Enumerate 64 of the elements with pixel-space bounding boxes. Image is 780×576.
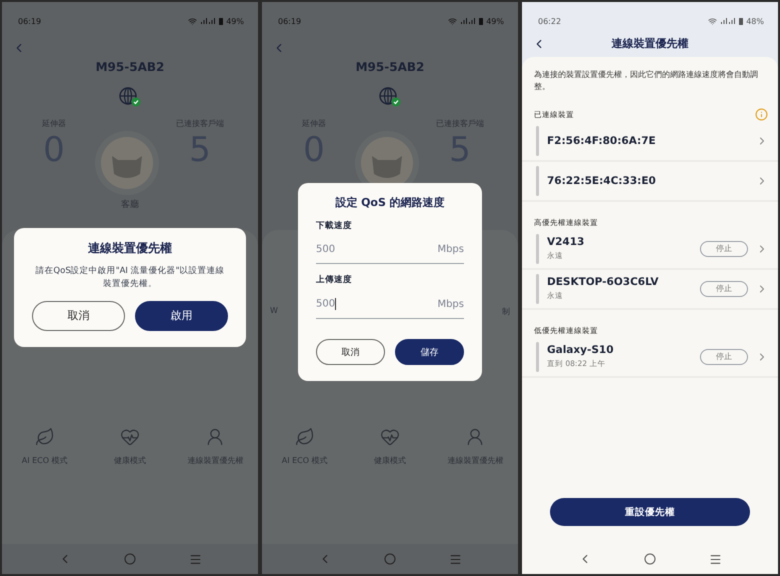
save-button[interactable]: 儲存 [395,339,464,365]
feature-label[interactable]: AI ECO 模式 [22,455,68,466]
speed-input-field[interactable]: 500 Mbps [316,286,464,319]
router-name: M95-5AB2 [354,60,426,74]
info-icon[interactable] [755,108,768,122]
cancel-button[interactable]: 取消 [32,300,125,330]
field-label: 上傳速度 [316,274,353,286]
stop-button[interactable]: 停止 [700,348,748,365]
wifi-icon [188,16,198,26]
page-title: 連線裝置優先權 [610,36,690,51]
status-time: 06:19 [18,16,42,26]
description-text: 為連接的裝置設置優先權，因此它們的網路連線速度將會自動調整。 [533,69,759,94]
signal-icon [460,17,476,25]
dialog-title: 設定 QoS 的網路速度 [334,195,446,210]
enable-button[interactable]: 啟用 [135,300,228,330]
device-name: 76:22:5E:4C:33:E0 [547,174,657,187]
signal-icon [200,17,216,25]
cancel-button[interactable]: 取消 [316,339,385,365]
battery-percent: 48% [746,16,764,26]
device-row[interactable]: F2:56:4F:80:6A:7E [522,122,778,162]
stop-button[interactable]: 停止 [700,240,748,257]
field-label: 下載速度 [316,220,353,232]
accent-bar [536,126,539,156]
accent-bar [536,234,539,264]
globe-check-icon [378,86,402,108]
feature-label[interactable]: 連線裝置優先權 [447,455,504,466]
battery-icon [219,17,224,25]
leaf-icon [294,427,315,447]
router-name: M95-5AB2 [94,60,166,74]
feature-label[interactable]: 健康模式 [114,455,146,466]
globe-check-icon [118,86,142,108]
device-name: Galaxy-S10 [547,344,615,356]
heart-pulse-icon [120,427,140,447]
heart-pulse-icon [380,427,400,447]
device-name: DESKTOP-6O3C6LV [547,276,660,288]
status-time: 06:19 [278,16,302,26]
battery-percent: 49% [486,16,504,26]
router-drawing [94,130,160,196]
device-name: V2413 [547,236,586,248]
partial-label: W [270,306,278,317]
accent-bar [536,166,539,196]
accent-bar [536,342,539,372]
battery-icon [739,17,744,25]
battery-percent: 49% [226,16,244,26]
feature-label[interactable]: 健康模式 [374,455,406,466]
wifi-icon [708,16,718,26]
feature-label[interactable]: 連線裝置優先權 [187,455,244,466]
wifi-icon [448,16,458,26]
leaf-icon [34,427,55,447]
stop-button[interactable]: 停止 [700,280,748,297]
dialog-message: 請在QoS設定中啟用"AI 流量優化器"以設置連線裝置優先權。 [34,265,226,290]
dialog-title: 連線裝置優先權 [87,240,173,257]
status-time: 06:22 [538,16,562,26]
home-nav-icon[interactable] [644,553,656,565]
speed-input-field[interactable]: 500 Mbps [316,232,464,264]
reset-priority-button[interactable]: 重設優先權 [550,498,750,526]
signal-icon [720,17,736,25]
device-name: F2:56:4F:80:6A:7E [547,134,657,147]
battery-icon [479,17,484,25]
partial-label: 制 [502,306,510,318]
feature-label[interactable]: AI ECO 模式 [282,455,328,466]
menu-nav-icon[interactable] [708,552,722,566]
accent-bar [536,274,539,304]
device-row[interactable]: 76:22:5E:4C:33:E0 [522,162,778,202]
